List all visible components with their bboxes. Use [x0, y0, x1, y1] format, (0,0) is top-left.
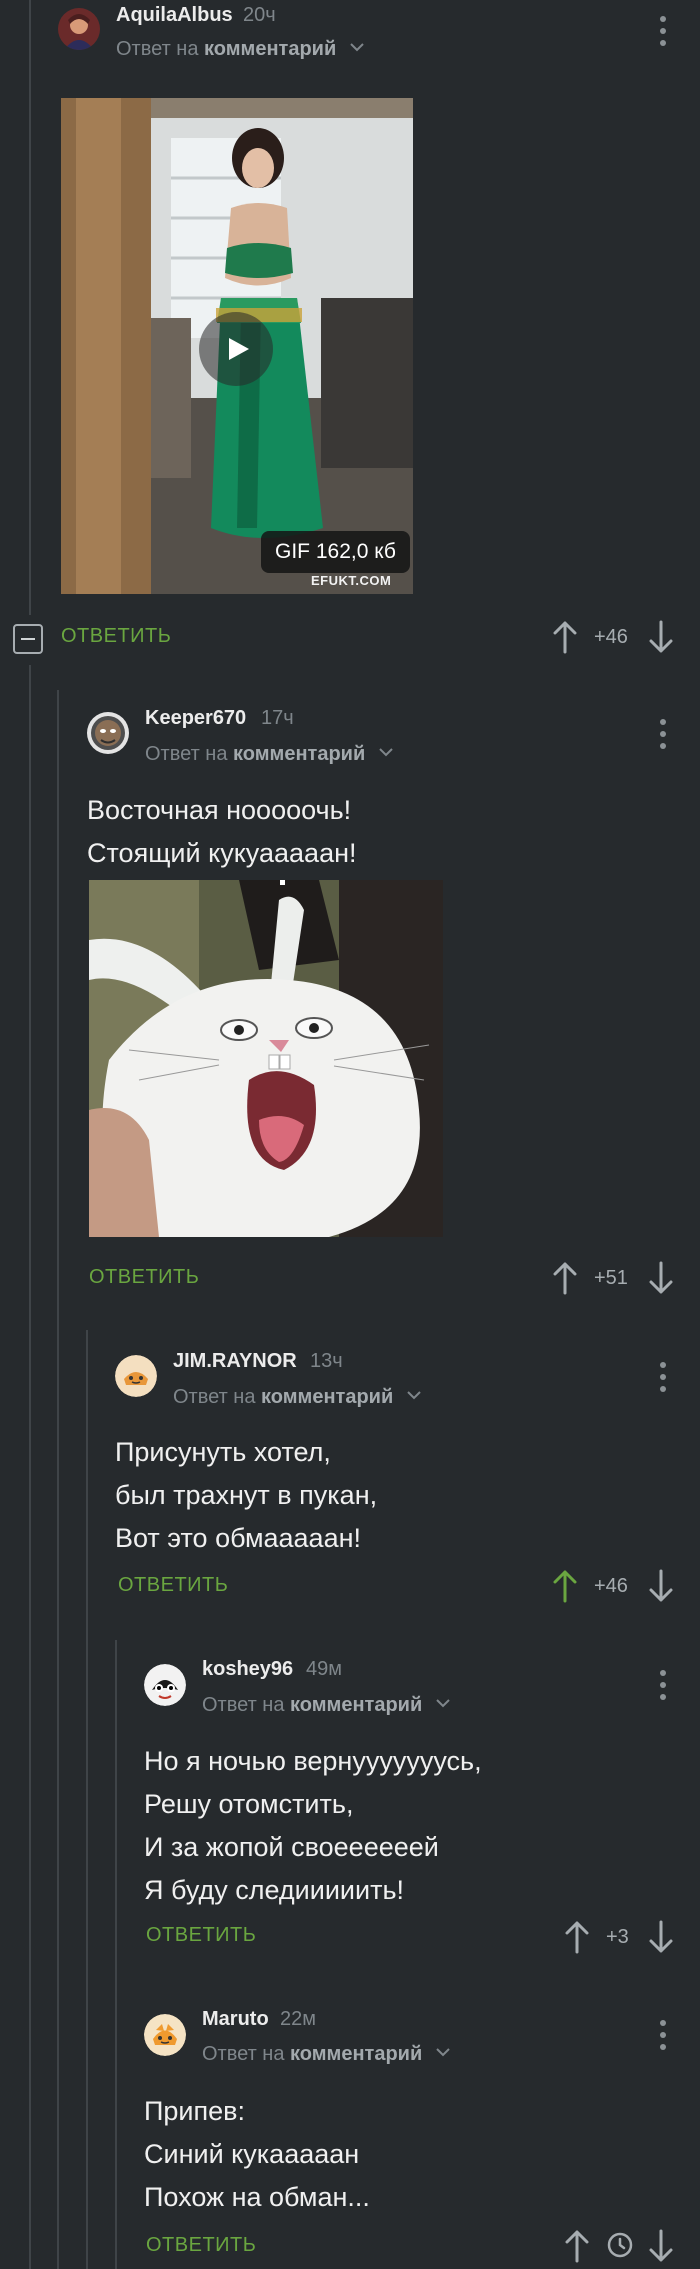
username[interactable]: koshey96 — [202, 1658, 293, 1681]
comment-line: Решу отомстить, — [144, 1789, 354, 1819]
rabbit-image — [89, 880, 443, 1237]
comment-line: Восточная нооооочь! — [87, 795, 352, 825]
arrow-down-icon[interactable] — [648, 1920, 674, 1954]
thread-line — [29, 0, 31, 615]
gif-watermark: EFUKT.COM — [311, 573, 392, 588]
comment-time: 17ч — [261, 707, 294, 729]
avatar[interactable] — [144, 1664, 186, 1706]
chevron-down-icon — [436, 2048, 450, 2057]
reply-to-link[interactable]: Ответ на комментарий — [116, 38, 364, 61]
comment-time: 13ч — [310, 1350, 343, 1372]
chevron-down-icon — [407, 1391, 421, 1400]
arrow-down-icon[interactable] — [648, 1261, 674, 1295]
chevron-down-icon — [379, 748, 393, 757]
reply-button[interactable]: ОТВЕТИТЬ — [89, 1266, 199, 1289]
username[interactable]: JIM.RAYNOR — [173, 1350, 297, 1373]
comment-image[interactable] — [89, 880, 443, 1237]
arrow-up-icon[interactable] — [552, 1261, 578, 1295]
reply-button[interactable]: ОТВЕТИТЬ — [146, 1924, 256, 1947]
comment-time: 22м — [280, 2008, 316, 2030]
more-options-icon[interactable] — [648, 2018, 678, 2054]
comment-line: был трахнут в пукан, — [115, 1480, 378, 1510]
parent-comment-link[interactable]: комментарий — [233, 743, 365, 765]
reply-to-link[interactable]: Ответ на комментарий — [173, 1386, 421, 1409]
thread-line — [29, 665, 31, 2269]
reply-prefix: Ответ на — [202, 2043, 285, 2065]
comment-line: Вот это обмааааан! — [115, 1523, 362, 1553]
avatar[interactable] — [144, 2014, 186, 2056]
arrow-down-icon[interactable] — [648, 620, 674, 654]
thread-line — [57, 690, 59, 2269]
comment-thread: AquilaAlbus 20ч Ответ на комментарий GIF… — [0, 0, 700, 2269]
vote-controls: +46 — [552, 620, 682, 656]
image-marker — [280, 880, 285, 885]
avatar[interactable] — [115, 1355, 157, 1397]
arrow-down-icon[interactable] — [648, 2229, 674, 2263]
thread-line — [86, 1330, 88, 2269]
parent-comment-link[interactable]: комментарий — [290, 2043, 422, 2065]
comment-line: Синий кукааааан — [144, 2139, 360, 2169]
reply-prefix: Ответ на — [202, 1694, 285, 1716]
arrow-down-icon[interactable] — [648, 1569, 674, 1603]
comment-line: Припев: — [144, 2096, 245, 2126]
rating-value: +3 — [606, 1926, 629, 1948]
thread-line — [115, 1640, 117, 2269]
arrow-up-icon[interactable] — [552, 1569, 578, 1603]
vote-controls: +46 — [552, 1569, 682, 1605]
username[interactable]: Maruto — [202, 2008, 269, 2031]
more-options-icon[interactable] — [648, 717, 678, 753]
rating-value: +46 — [594, 626, 628, 648]
reply-to-link[interactable]: Ответ на комментарий — [202, 2043, 450, 2066]
comment-time: 49м — [306, 1658, 342, 1680]
more-options-icon[interactable] — [648, 1360, 678, 1396]
arrow-up-icon[interactable] — [552, 620, 578, 654]
vote-controls: +3 — [564, 1920, 682, 1956]
avatar[interactable] — [87, 712, 129, 754]
parent-comment-link[interactable]: комментарий — [261, 1386, 393, 1408]
reply-to-link[interactable]: Ответ на комментарий — [145, 743, 393, 766]
reply-prefix: Ответ на — [116, 38, 199, 60]
arrow-up-icon[interactable] — [564, 1920, 590, 1954]
reply-prefix: Ответ на — [173, 1386, 256, 1408]
username[interactable]: AquilaAlbus — [116, 4, 233, 27]
comment-line: Присунуть хотел, — [115, 1437, 331, 1467]
comment-line: Но я ночью вернууууууусь, — [144, 1746, 482, 1776]
more-options-icon[interactable] — [648, 14, 678, 50]
clock-icon — [607, 2232, 633, 2258]
reply-to-link[interactable]: Ответ на комментарий — [202, 1694, 450, 1717]
chevron-down-icon — [436, 1699, 450, 1708]
reply-button[interactable]: ОТВЕТИТЬ — [61, 625, 171, 648]
comment-line: Похож на обман... — [144, 2182, 370, 2212]
comment-line: Я буду следииииить! — [144, 1875, 405, 1905]
vote-controls: +51 — [552, 1261, 682, 1297]
chevron-down-icon — [350, 43, 364, 52]
reply-button[interactable]: ОТВЕТИТЬ — [118, 1574, 228, 1597]
comment-line: Стоящий кукуааааан! — [87, 838, 357, 868]
comment-line: И за жопой своеееееей — [144, 1832, 439, 1862]
gif-size-badge: GIF 162,0 кб — [261, 531, 410, 573]
more-options-icon[interactable] — [648, 1668, 678, 1704]
parent-comment-link[interactable]: комментарий — [290, 1694, 422, 1716]
rating-value: +51 — [594, 1267, 628, 1289]
arrow-up-icon[interactable] — [564, 2229, 590, 2263]
gif-preview[interactable]: GIF 162,0 кб EFUKT.COM — [61, 98, 413, 594]
username[interactable]: Keeper670 — [145, 707, 246, 730]
parent-comment-link[interactable]: комментарий — [204, 38, 336, 60]
vote-controls — [564, 2229, 682, 2265]
collapse-thread-button[interactable] — [13, 624, 43, 654]
rating-value: +46 — [594, 1575, 628, 1597]
avatar[interactable] — [58, 8, 100, 50]
reply-button[interactable]: ОТВЕТИТЬ — [146, 2234, 256, 2257]
comment-time: 20ч — [243, 4, 276, 26]
play-icon[interactable] — [199, 312, 273, 386]
reply-prefix: Ответ на — [145, 743, 228, 765]
